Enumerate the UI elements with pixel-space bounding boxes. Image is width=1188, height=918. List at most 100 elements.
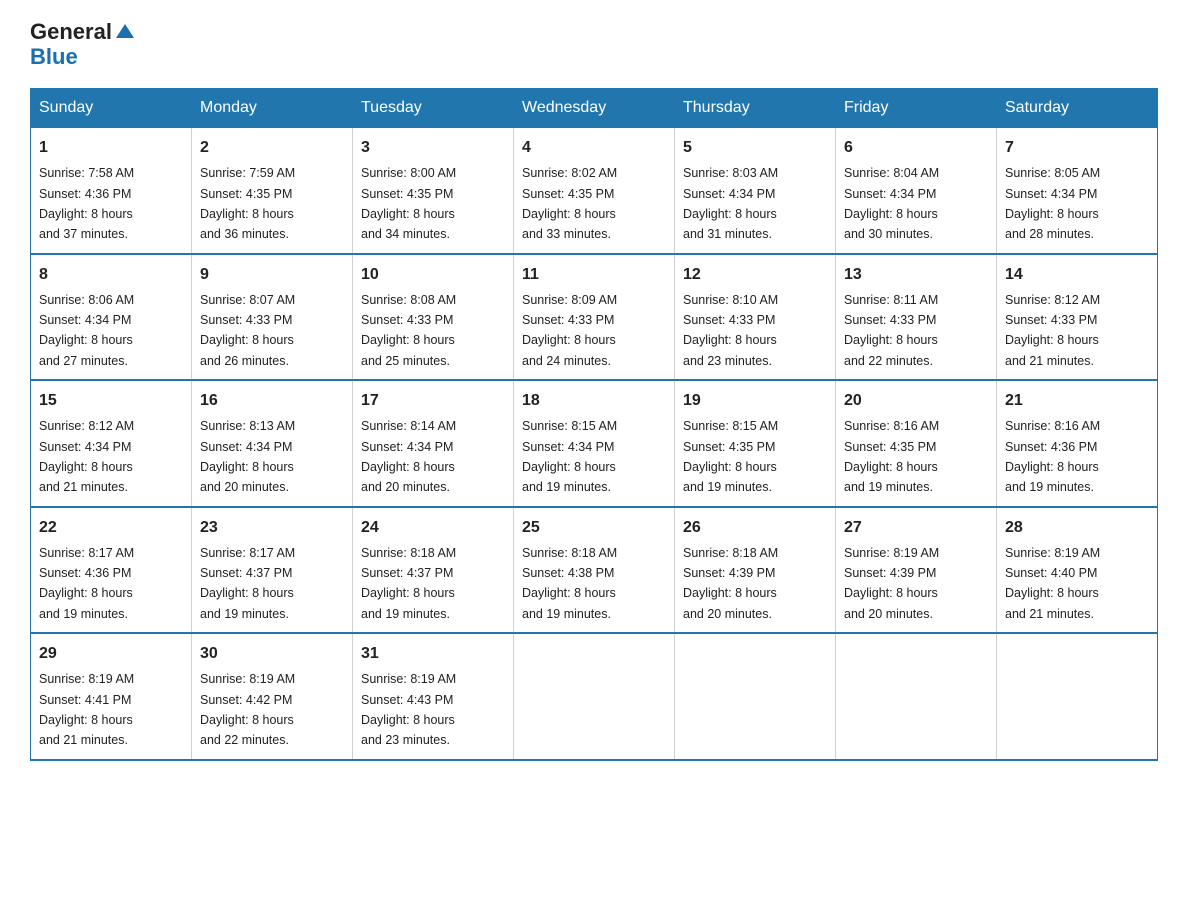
calendar-cell <box>675 633 836 760</box>
calendar-cell: 11 Sunrise: 8:09 AMSunset: 4:33 PMDaylig… <box>514 254 675 381</box>
calendar-cell: 27 Sunrise: 8:19 AMSunset: 4:39 PMDaylig… <box>836 507 997 634</box>
day-number: 9 <box>200 263 344 287</box>
day-info: Sunrise: 8:03 AMSunset: 4:34 PMDaylight:… <box>683 166 778 241</box>
day-info: Sunrise: 8:16 AMSunset: 4:35 PMDaylight:… <box>844 419 939 494</box>
logo-triangle-icon2 <box>125 24 134 38</box>
calendar-cell: 21 Sunrise: 8:16 AMSunset: 4:36 PMDaylig… <box>997 380 1158 507</box>
logo-text-general: General <box>30 20 112 44</box>
header-wednesday: Wednesday <box>514 89 675 128</box>
calendar-header-row: SundayMondayTuesdayWednesdayThursdayFrid… <box>31 89 1158 128</box>
calendar-cell: 26 Sunrise: 8:18 AMSunset: 4:39 PMDaylig… <box>675 507 836 634</box>
header-friday: Friday <box>836 89 997 128</box>
day-number: 6 <box>844 136 988 160</box>
calendar-cell: 5 Sunrise: 8:03 AMSunset: 4:34 PMDayligh… <box>675 128 836 254</box>
day-info: Sunrise: 8:15 AMSunset: 4:35 PMDaylight:… <box>683 419 778 494</box>
page-header: General Blue <box>30 20 1158 70</box>
day-info: Sunrise: 8:17 AMSunset: 4:36 PMDaylight:… <box>39 546 134 621</box>
calendar-cell: 30 Sunrise: 8:19 AMSunset: 4:42 PMDaylig… <box>192 633 353 760</box>
day-number: 2 <box>200 136 344 160</box>
day-number: 16 <box>200 389 344 413</box>
calendar-cell: 28 Sunrise: 8:19 AMSunset: 4:40 PMDaylig… <box>997 507 1158 634</box>
day-number: 8 <box>39 263 183 287</box>
day-info: Sunrise: 8:10 AMSunset: 4:33 PMDaylight:… <box>683 293 778 368</box>
calendar-week-row: 1 Sunrise: 7:58 AMSunset: 4:36 PMDayligh… <box>31 128 1158 254</box>
day-number: 31 <box>361 642 505 666</box>
day-number: 1 <box>39 136 183 160</box>
day-info: Sunrise: 8:16 AMSunset: 4:36 PMDaylight:… <box>1005 419 1100 494</box>
day-number: 30 <box>200 642 344 666</box>
header-tuesday: Tuesday <box>353 89 514 128</box>
calendar-cell: 19 Sunrise: 8:15 AMSunset: 4:35 PMDaylig… <box>675 380 836 507</box>
calendar-cell <box>836 633 997 760</box>
day-number: 15 <box>39 389 183 413</box>
calendar-cell: 2 Sunrise: 7:59 AMSunset: 4:35 PMDayligh… <box>192 128 353 254</box>
calendar-cell: 17 Sunrise: 8:14 AMSunset: 4:34 PMDaylig… <box>353 380 514 507</box>
day-number: 29 <box>39 642 183 666</box>
calendar-week-row: 15 Sunrise: 8:12 AMSunset: 4:34 PMDaylig… <box>31 380 1158 507</box>
day-number: 21 <box>1005 389 1149 413</box>
day-info: Sunrise: 8:12 AMSunset: 4:34 PMDaylight:… <box>39 419 134 494</box>
calendar-cell: 1 Sunrise: 7:58 AMSunset: 4:36 PMDayligh… <box>31 128 192 254</box>
day-number: 28 <box>1005 516 1149 540</box>
calendar-cell: 14 Sunrise: 8:12 AMSunset: 4:33 PMDaylig… <box>997 254 1158 381</box>
day-info: Sunrise: 8:08 AMSunset: 4:33 PMDaylight:… <box>361 293 456 368</box>
day-info: Sunrise: 8:00 AMSunset: 4:35 PMDaylight:… <box>361 166 456 241</box>
day-info: Sunrise: 8:19 AMSunset: 4:40 PMDaylight:… <box>1005 546 1100 621</box>
day-info: Sunrise: 8:19 AMSunset: 4:41 PMDaylight:… <box>39 672 134 747</box>
day-info: Sunrise: 8:19 AMSunset: 4:39 PMDaylight:… <box>844 546 939 621</box>
day-number: 7 <box>1005 136 1149 160</box>
day-info: Sunrise: 7:59 AMSunset: 4:35 PMDaylight:… <box>200 166 295 241</box>
day-number: 14 <box>1005 263 1149 287</box>
day-number: 17 <box>361 389 505 413</box>
calendar-cell: 16 Sunrise: 8:13 AMSunset: 4:34 PMDaylig… <box>192 380 353 507</box>
day-info: Sunrise: 8:05 AMSunset: 4:34 PMDaylight:… <box>1005 166 1100 241</box>
logo-triangle-icon <box>116 24 125 38</box>
day-number: 19 <box>683 389 827 413</box>
day-info: Sunrise: 8:07 AMSunset: 4:33 PMDaylight:… <box>200 293 295 368</box>
day-info: Sunrise: 8:18 AMSunset: 4:38 PMDaylight:… <box>522 546 617 621</box>
day-info: Sunrise: 7:58 AMSunset: 4:36 PMDaylight:… <box>39 166 134 241</box>
day-info: Sunrise: 8:19 AMSunset: 4:42 PMDaylight:… <box>200 672 295 747</box>
day-number: 22 <box>39 516 183 540</box>
calendar-cell: 23 Sunrise: 8:17 AMSunset: 4:37 PMDaylig… <box>192 507 353 634</box>
day-info: Sunrise: 8:09 AMSunset: 4:33 PMDaylight:… <box>522 293 617 368</box>
header-sunday: Sunday <box>31 89 192 128</box>
day-info: Sunrise: 8:15 AMSunset: 4:34 PMDaylight:… <box>522 419 617 494</box>
day-number: 4 <box>522 136 666 160</box>
calendar-cell: 31 Sunrise: 8:19 AMSunset: 4:43 PMDaylig… <box>353 633 514 760</box>
day-number: 24 <box>361 516 505 540</box>
day-number: 13 <box>844 263 988 287</box>
calendar-cell: 20 Sunrise: 8:16 AMSunset: 4:35 PMDaylig… <box>836 380 997 507</box>
calendar-cell <box>997 633 1158 760</box>
calendar-week-row: 22 Sunrise: 8:17 AMSunset: 4:36 PMDaylig… <box>31 507 1158 634</box>
day-number: 20 <box>844 389 988 413</box>
day-info: Sunrise: 8:18 AMSunset: 4:39 PMDaylight:… <box>683 546 778 621</box>
calendar-table: SundayMondayTuesdayWednesdayThursdayFrid… <box>30 88 1158 761</box>
day-number: 27 <box>844 516 988 540</box>
day-info: Sunrise: 8:18 AMSunset: 4:37 PMDaylight:… <box>361 546 456 621</box>
day-info: Sunrise: 8:02 AMSunset: 4:35 PMDaylight:… <box>522 166 617 241</box>
calendar-cell: 3 Sunrise: 8:00 AMSunset: 4:35 PMDayligh… <box>353 128 514 254</box>
calendar-cell: 22 Sunrise: 8:17 AMSunset: 4:36 PMDaylig… <box>31 507 192 634</box>
day-number: 12 <box>683 263 827 287</box>
calendar-cell: 10 Sunrise: 8:08 AMSunset: 4:33 PMDaylig… <box>353 254 514 381</box>
calendar-week-row: 29 Sunrise: 8:19 AMSunset: 4:41 PMDaylig… <box>31 633 1158 760</box>
day-info: Sunrise: 8:11 AMSunset: 4:33 PMDaylight:… <box>844 293 938 368</box>
header-thursday: Thursday <box>675 89 836 128</box>
day-info: Sunrise: 8:04 AMSunset: 4:34 PMDaylight:… <box>844 166 939 241</box>
header-saturday: Saturday <box>997 89 1158 128</box>
day-number: 5 <box>683 136 827 160</box>
calendar-cell: 7 Sunrise: 8:05 AMSunset: 4:34 PMDayligh… <box>997 128 1158 254</box>
calendar-cell: 12 Sunrise: 8:10 AMSunset: 4:33 PMDaylig… <box>675 254 836 381</box>
day-number: 26 <box>683 516 827 540</box>
header-monday: Monday <box>192 89 353 128</box>
day-number: 23 <box>200 516 344 540</box>
calendar-cell: 24 Sunrise: 8:18 AMSunset: 4:37 PMDaylig… <box>353 507 514 634</box>
calendar-cell: 13 Sunrise: 8:11 AMSunset: 4:33 PMDaylig… <box>836 254 997 381</box>
day-info: Sunrise: 8:17 AMSunset: 4:37 PMDaylight:… <box>200 546 295 621</box>
calendar-cell: 15 Sunrise: 8:12 AMSunset: 4:34 PMDaylig… <box>31 380 192 507</box>
day-number: 3 <box>361 136 505 160</box>
calendar-cell: 4 Sunrise: 8:02 AMSunset: 4:35 PMDayligh… <box>514 128 675 254</box>
calendar-cell: 25 Sunrise: 8:18 AMSunset: 4:38 PMDaylig… <box>514 507 675 634</box>
calendar-cell <box>514 633 675 760</box>
